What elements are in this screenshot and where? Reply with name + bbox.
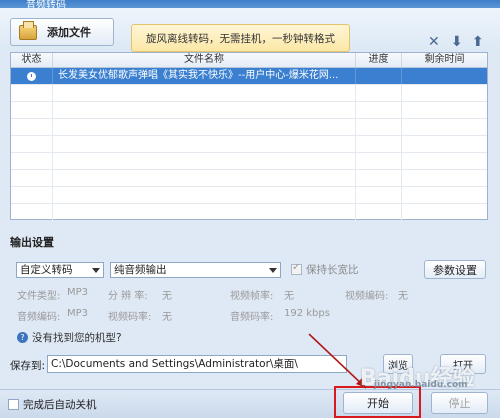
file-type-value: MP3 — [67, 287, 89, 298]
video-bitrate-value: 无 — [162, 312, 172, 323]
remaining-cell — [402, 68, 487, 84]
empty-row — [11, 136, 487, 153]
file-list-header: 状态 文件名称 进度 剩余时间 — [11, 53, 487, 68]
folder-icon — [19, 20, 37, 40]
output-settings-title: 输出设置 — [10, 236, 54, 249]
audio-codec-value: MP3 — [67, 308, 89, 319]
offline-transcode-banner[interactable]: 旋风离线转码，无需挂机，一秒钟转格式 — [131, 24, 350, 52]
parameter-settings-button[interactable]: 参数设置 — [424, 260, 486, 279]
video-fps-label: 视频帧率: — [230, 291, 274, 302]
close-icon[interactable]: ✕ — [428, 34, 440, 50]
watermark-url: jingyan.baidu.com — [374, 380, 468, 390]
audio-codec-label: 音频编码: — [17, 312, 61, 323]
add-file-button[interactable]: 添加文件 — [10, 18, 114, 46]
empty-row — [11, 187, 487, 204]
auto-shutdown-label: 完成后自动关机 — [23, 399, 97, 411]
column-status[interactable]: 状态 — [11, 53, 53, 67]
audio-bitrate-value: 192 kbps — [284, 308, 330, 319]
move-up-icon[interactable]: ⬆ — [472, 34, 484, 50]
video-fps-value: 无 — [284, 291, 294, 302]
checkbox-icon — [291, 262, 302, 275]
video-bitrate-label: 视频码率: — [108, 312, 152, 323]
move-down-icon[interactable]: ⬇ — [451, 34, 463, 50]
column-file-name[interactable]: 文件名称 — [53, 53, 356, 67]
output-mode-select[interactable]: 纯音频输出 — [110, 262, 281, 278]
clock-icon — [27, 71, 36, 81]
resolution-value: 无 — [162, 291, 172, 302]
empty-row — [11, 119, 487, 136]
resolution-label: 分 辨 率: — [108, 291, 148, 302]
empty-row — [11, 85, 487, 102]
chevron-down-icon — [269, 268, 277, 273]
video-codec-value: 无 — [398, 291, 408, 302]
keep-aspect-ratio-checkbox[interactable]: 保持长宽比 — [291, 262, 359, 277]
auto-shutdown-checkbox[interactable]: 完成后自动关机 — [8, 397, 97, 412]
chevron-down-icon — [92, 268, 100, 273]
toolbar: 添加文件 旋风离线转码，无需挂机，一秒钟转格式 ✕ ⬇ ⬆ — [0, 8, 500, 52]
preset-value: 自定义转码 — [20, 264, 73, 276]
column-progress[interactable]: 进度 — [356, 53, 402, 67]
save-to-label: 保存到: — [10, 360, 46, 372]
keep-aspect-ratio-label: 保持长宽比 — [306, 264, 359, 276]
progress-cell — [356, 68, 402, 84]
empty-row — [11, 204, 487, 221]
promo-text: 旋风离线转码，无需挂机，一秒钟转格式 — [146, 32, 335, 45]
preset-select[interactable]: 自定义转码 — [16, 262, 104, 278]
file-name-cell: 长发美女优郁歌声弹唱《其实我不快乐》--用户中心-爆米花网... — [53, 68, 356, 84]
empty-row — [11, 102, 487, 119]
audio-bitrate-label: 音频码率: — [230, 312, 274, 323]
video-codec-label: 视频编码: — [345, 291, 389, 302]
empty-row — [11, 170, 487, 187]
file-list: 状态 文件名称 进度 剩余时间 长发美女优郁歌声弹唱《其实我不快乐》--用户中心… — [10, 52, 488, 221]
help-icon: ? — [17, 332, 28, 343]
table-row[interactable]: 长发美女优郁歌声弹唱《其实我不快乐》--用户中心-爆米花网... — [11, 68, 487, 85]
device-not-found-link[interactable]: ? 没有找到您的机型? — [17, 330, 122, 345]
column-remaining[interactable]: 剩余时间 — [402, 53, 487, 67]
stop-button[interactable]: 停止 — [431, 392, 488, 414]
file-type-label: 文件类型: — [17, 291, 61, 302]
add-file-label: 添加文件 — [47, 26, 91, 39]
save-path-field[interactable]: C:\Documents and Settings\Administrator\… — [47, 355, 347, 373]
empty-row — [11, 153, 487, 170]
title-bar: 音频转码 — [0, 0, 500, 11]
output-mode-value: 纯音频输出 — [114, 264, 167, 276]
status-cell — [11, 68, 53, 84]
checkbox-icon — [8, 399, 19, 410]
help-link-text: 没有找到您的机型? — [32, 332, 122, 344]
